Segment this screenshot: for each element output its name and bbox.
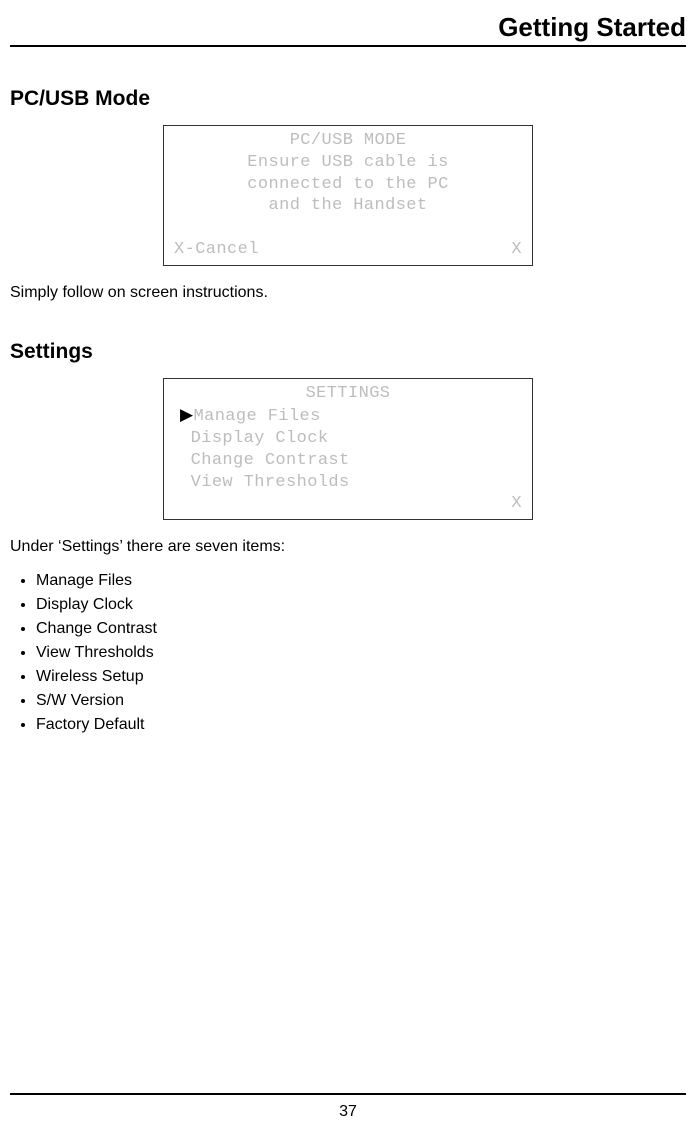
lcd-x: X: [511, 239, 522, 261]
section-heading-settings: Settings: [10, 340, 686, 364]
divider-top: [10, 45, 686, 47]
page-number: 37: [10, 1103, 686, 1121]
lcd-x: X: [511, 493, 522, 515]
lcd-line: and the Handset: [174, 195, 522, 217]
lcd-line: connected to the PC: [174, 174, 522, 196]
lcd-footer-row: X: [174, 493, 522, 515]
lcd-menu-item: Display Clock: [174, 428, 522, 450]
lcd-title: PC/USB MODE: [174, 130, 522, 152]
divider-bottom: [10, 1093, 686, 1095]
body-text: Simply follow on screen instructions.: [10, 284, 686, 302]
settings-intro: Under ‘Settings’ there are seven items:: [10, 538, 686, 556]
list-item: View Thresholds: [36, 644, 686, 662]
cursor-icon: ▶: [180, 405, 193, 424]
list-item: Display Clock: [36, 596, 686, 614]
lcd-menu-label: Manage Files: [193, 407, 320, 426]
lcd-footer-row: X-Cancel X: [174, 239, 522, 261]
lcd-line: Ensure USB cable is: [174, 152, 522, 174]
settings-list: Manage Files Display Clock Change Contra…: [10, 566, 686, 740]
lcd-menu-label: Change Contrast: [191, 451, 350, 470]
lcd-menu-label: Display Clock: [191, 429, 329, 448]
page-header: Getting Started: [10, 12, 686, 43]
lcd-menu-item: ▶Manage Files: [174, 404, 522, 428]
list-item: Change Contrast: [36, 620, 686, 638]
lcd-menu-item: Change Contrast: [174, 450, 522, 472]
lcd-spacer: [174, 217, 522, 239]
section-heading-pcusb: PC/USB Mode: [10, 87, 686, 111]
list-item: Manage Files: [36, 572, 686, 590]
page: Getting Started PC/USB Mode PC/USB MODE …: [0, 0, 696, 1139]
lcd-screen-settings: SETTINGS ▶Manage Files Display Clock Cha…: [163, 378, 533, 521]
list-item: Factory Default: [36, 716, 686, 734]
lcd-title: SETTINGS: [174, 383, 522, 405]
list-item: Wireless Setup: [36, 668, 686, 686]
list-item: S/W Version: [36, 692, 686, 710]
lcd-menu-item: View Thresholds: [174, 472, 522, 494]
footer: 37: [10, 1093, 686, 1121]
lcd-menu-label: View Thresholds: [191, 473, 350, 492]
lcd-cancel: X-Cancel: [174, 239, 259, 261]
lcd-screen-pcusb: PC/USB MODE Ensure USB cable is connecte…: [163, 125, 533, 266]
